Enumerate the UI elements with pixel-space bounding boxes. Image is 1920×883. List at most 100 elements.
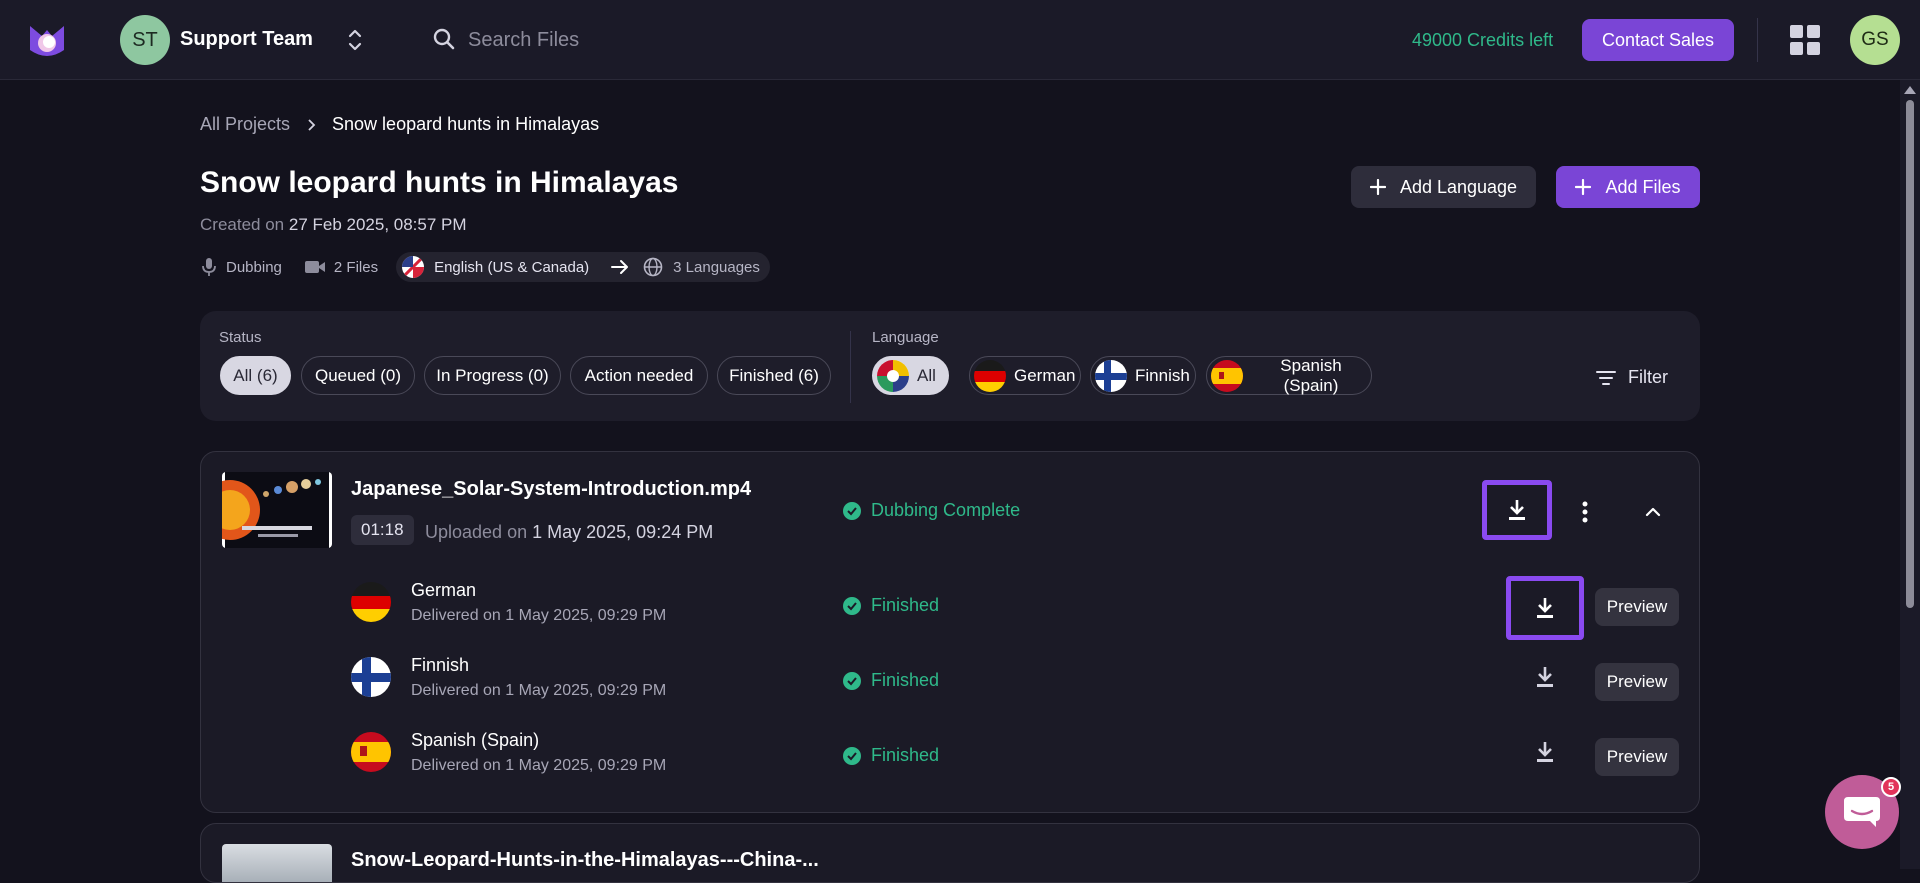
chat-bubble-icon: [1844, 797, 1880, 827]
chevron-updown-icon[interactable]: [346, 26, 364, 54]
project-type-label: Dubbing: [226, 258, 282, 276]
project-files-label: 2 Files: [333, 258, 379, 276]
language-filter-label: Language: [872, 329, 939, 346]
plus-icon: [1369, 179, 1386, 195]
video-thumbnail[interactable]: [222, 844, 332, 882]
add-language-button[interactable]: Add Language: [1351, 166, 1536, 208]
breadcrumb: All Projects Snow leopard hunts in Himal…: [200, 114, 599, 135]
download-icon: [1537, 667, 1553, 687]
language-chip-finnish-label: Finnish: [1135, 365, 1190, 385]
add-files-label: Add Files: [1605, 176, 1681, 197]
user-avatar[interactable]: GS: [1850, 15, 1900, 65]
file-status: Dubbing Complete: [843, 500, 1020, 521]
status-chip-action-needed[interactable]: Action needed: [570, 356, 708, 395]
status-chip-all[interactable]: All (6): [220, 356, 291, 395]
language-status-spanish: Finished: [843, 745, 939, 766]
check-circle-icon: [843, 596, 861, 615]
language-name-german: German: [411, 580, 477, 600]
language-status-german-label: Finished: [871, 595, 940, 615]
download-icon: [1537, 742, 1553, 762]
scrollbar-thumb[interactable]: [1906, 100, 1914, 608]
language-delivered-spanish: Delivered on 1 May 2025, 09:29 PM: [411, 757, 667, 774]
language-chip-german[interactable]: German: [969, 356, 1081, 395]
us-canada-flag-icon: [402, 256, 425, 278]
project-type: Dubbing: [200, 257, 282, 277]
add-language-label: Add Language: [1399, 176, 1518, 197]
language-chip-german-label: German: [1014, 365, 1076, 385]
chevron-up-icon[interactable]: [1643, 502, 1663, 522]
chevron-right-icon: [308, 118, 316, 131]
search-input[interactable]: [468, 24, 868, 56]
add-files-button[interactable]: Add Files: [1556, 166, 1700, 208]
breadcrumb-current: Snow leopard hunts in Himalayas: [332, 114, 600, 134]
file-uploaded-date: Uploaded on 1 May 2025, 09:24 PM: [425, 522, 713, 543]
top-bar: ST Support Team 49000 Credits left Conta…: [0, 0, 1920, 80]
language-status-finnish: Finished: [843, 670, 939, 691]
page-title: Snow leopard hunts in Himalayas: [200, 166, 679, 199]
language-chip-spanish-label: Spanish (Spain): [1280, 355, 1342, 395]
file-card: Japanese_Solar-System-Introduction.mp4 0…: [200, 451, 1700, 813]
apps-grid-icon[interactable]: [1789, 24, 1821, 56]
language-chip-spanish[interactable]: Spanish (Spain): [1206, 356, 1372, 395]
scroll-up-arrow-icon[interactable]: [1904, 86, 1916, 94]
kebab-menu-icon: [1582, 501, 1588, 523]
divider: [1757, 18, 1758, 62]
microphone-icon: [202, 258, 216, 276]
preview-spanish-button[interactable]: Preview: [1595, 738, 1679, 776]
german-flag-icon: [974, 359, 1006, 392]
language-chip-all[interactable]: All: [872, 356, 949, 395]
language-chip-finnish[interactable]: Finnish: [1090, 356, 1196, 395]
plus-icon: [1575, 179, 1592, 195]
filter-lines-icon: [1596, 370, 1616, 385]
language-status-german: Finished: [843, 595, 939, 616]
chat-notification-badge: 5: [1881, 777, 1901, 797]
filter-button-label: Filter: [1628, 367, 1668, 387]
download-icon: [1509, 500, 1525, 520]
file-card: Snow-Leopard-Hunts-in-the-Himalayas---Ch…: [200, 823, 1700, 883]
status-chip-queued[interactable]: Queued (0): [301, 356, 415, 395]
check-circle-icon: [843, 671, 861, 690]
uploaded-prefix: Uploaded on: [425, 522, 528, 542]
download-spanish-button[interactable]: [1530, 737, 1560, 767]
credits-remaining: 49000 Credits left: [1412, 30, 1554, 50]
finnish-flag-icon: [1095, 359, 1127, 392]
contact-sales-button[interactable]: Contact Sales: [1582, 19, 1734, 61]
video-thumbnail[interactable]: [222, 472, 332, 548]
filter-button[interactable]: Filter: [1596, 367, 1668, 388]
status-chip-in-progress[interactable]: In Progress (0): [424, 356, 561, 395]
filter-divider: [850, 331, 851, 403]
language-chip-all-label: All: [917, 365, 936, 385]
preview-german-button[interactable]: Preview: [1595, 588, 1679, 626]
finnish-flag-icon: [351, 657, 391, 697]
created-prefix: Created on: [200, 215, 285, 234]
download-icon: [1537, 598, 1553, 618]
download-all-button[interactable]: [1482, 480, 1552, 540]
team-avatar[interactable]: ST: [120, 15, 170, 65]
arrow-right-icon: [611, 260, 629, 274]
video-camera-icon: [304, 261, 325, 273]
app-logo-icon[interactable]: [28, 22, 66, 58]
globe-icon: [643, 257, 663, 277]
search-icon: [433, 28, 455, 50]
language-name-spanish: Spanish (Spain): [411, 730, 540, 750]
breadcrumb-all-projects[interactable]: All Projects: [200, 114, 290, 135]
status-chip-finished[interactable]: Finished (6): [717, 356, 831, 395]
file-status-label: Dubbing Complete: [871, 500, 1021, 520]
download-german-button[interactable]: [1506, 576, 1584, 640]
filter-panel: Status All (6) Queued (0) In Progress (0…: [200, 311, 1700, 421]
more-options-button[interactable]: [1573, 498, 1597, 526]
uploaded-value: 1 May 2025, 09:24 PM: [532, 522, 714, 542]
language-delivered-finnish: Delivered on 1 May 2025, 09:29 PM: [411, 682, 667, 699]
download-finnish-button[interactable]: [1530, 662, 1560, 692]
project-meta: Dubbing 2 Files English (US & Canada) 3 …: [200, 252, 770, 282]
project-files: 2 Files: [304, 259, 378, 276]
file-duration-badge: 01:18: [351, 515, 414, 545]
language-delivered-german: Delivered on 1 May 2025, 09:29 PM: [411, 607, 667, 624]
language-pair-pill: English (US & Canada) 3 Languages: [396, 252, 770, 282]
status-filter-label: Status: [219, 329, 262, 346]
team-name[interactable]: Support Team: [180, 28, 313, 51]
file-name: Japanese_Solar-System-Introduction.mp4: [351, 478, 752, 500]
check-circle-icon: [843, 746, 861, 765]
target-languages-count: 3 Languages: [673, 258, 760, 276]
preview-finnish-button[interactable]: Preview: [1595, 663, 1679, 701]
